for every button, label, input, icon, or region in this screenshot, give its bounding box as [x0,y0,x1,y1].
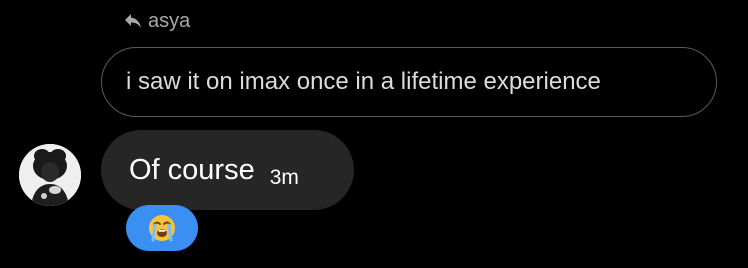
user-avatar-icon [19,144,81,206]
reply-arrow-icon [124,13,142,29]
quoted-message-text: i saw it on imax once in a lifetime expe… [126,68,601,95]
loudly-crying-face-icon [149,215,175,242]
message-text: Of course [129,153,255,186]
message-bubble[interactable]: Of course 3m [101,130,354,210]
reply-author: asya [148,9,191,32]
reaction-badge[interactable] [126,205,198,251]
reply-header: asya [124,9,190,33]
message-timestamp: 3m [269,166,299,189]
avatar[interactable] [19,144,81,206]
quoted-message[interactable]: i saw it on imax once in a lifetime expe… [101,47,717,117]
